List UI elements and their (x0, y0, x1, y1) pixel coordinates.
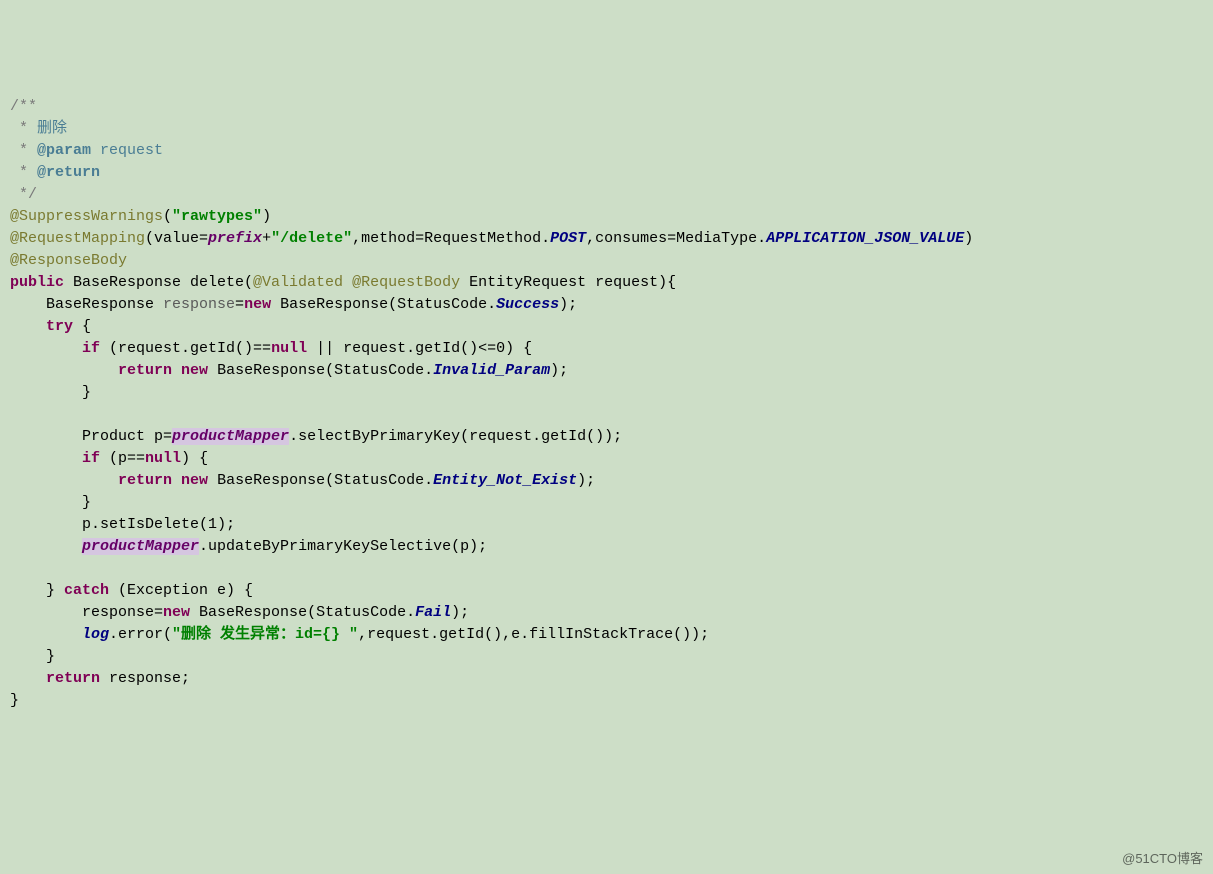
string: "删除 发生异常：id={} " (172, 626, 358, 643)
text: response; (109, 670, 190, 687)
keyword: return new (118, 362, 217, 379)
text (10, 670, 46, 687)
text: } (10, 692, 19, 709)
text: } (10, 648, 55, 665)
text (10, 626, 82, 643)
static-field: Success (496, 296, 559, 313)
text: ); (451, 604, 469, 621)
text: BaseResponse delete( (73, 274, 253, 291)
text: ,method=RequestMethod. (352, 230, 550, 247)
keyword: try (46, 318, 82, 335)
text: BaseResponse (10, 296, 163, 313)
text: ); (550, 362, 568, 379)
annotation: @SuppressWarnings (10, 208, 163, 225)
text: EntityRequest request){ (469, 274, 676, 291)
keyword: public (10, 274, 73, 291)
static-field: APPLICATION_JSON_VALUE (766, 230, 964, 247)
text (10, 340, 82, 357)
annotation: @ResponseBody (10, 252, 127, 269)
text: (value= (145, 230, 208, 247)
keyword: null (271, 340, 316, 357)
keyword: if (82, 340, 109, 357)
text: .selectByPrimaryKey(request.getId()); (289, 428, 622, 445)
static-field: Invalid_Param (433, 362, 550, 379)
text (10, 318, 46, 335)
text (10, 362, 118, 379)
text: .updateByPrimaryKeySelective(p); (199, 538, 487, 555)
keyword: catch (64, 582, 118, 599)
text: ) (262, 208, 271, 225)
text: ) (964, 230, 973, 247)
text: .error( (109, 626, 172, 643)
javadoc-tag: @return (37, 164, 100, 181)
text: } (10, 384, 91, 401)
text: + (262, 230, 271, 247)
text: } (10, 582, 64, 599)
keyword: return (46, 670, 109, 687)
text: (request.getId()== (109, 340, 271, 357)
text: = (235, 296, 244, 313)
text (10, 472, 118, 489)
comment: * (10, 142, 37, 159)
text: (p== (109, 450, 145, 467)
text: ) { (505, 340, 532, 357)
text: ); (577, 472, 595, 489)
text: BaseResponse(StatusCode. (217, 362, 433, 379)
keyword: null (145, 450, 181, 467)
keyword: if (82, 450, 109, 467)
text: ( (163, 208, 172, 225)
static-field: Fail (415, 604, 451, 621)
text: Product p= (10, 428, 172, 445)
annotation: @Validated @RequestBody (253, 274, 469, 291)
static-field: Entity_Not_Exist (433, 472, 577, 489)
field-highlighted: productMapper (172, 428, 289, 445)
keyword: return new (118, 472, 217, 489)
text: } (10, 494, 91, 511)
text: ); (559, 296, 577, 313)
variable: response (163, 296, 235, 313)
text: (Exception e) { (118, 582, 253, 599)
comment: * (10, 120, 37, 137)
text: ,consumes=MediaType. (586, 230, 766, 247)
number: 1 (208, 516, 217, 533)
text: BaseResponse(StatusCode. (280, 296, 496, 313)
text: BaseResponse(StatusCode. (199, 604, 415, 621)
static-field: log (82, 626, 109, 643)
javadoc-text: 删除 (37, 120, 67, 137)
string: "rawtypes" (172, 208, 262, 225)
keyword: new (163, 604, 199, 621)
javadoc-param: request (91, 142, 163, 159)
text: || request.getId()<= (316, 340, 496, 357)
annotation: @RequestMapping (10, 230, 145, 247)
text: ,request.getId(),e.fillInStackTrace()); (358, 626, 709, 643)
code-block: /** * 删除 * @param request * @return */ @… (10, 96, 1203, 712)
text: { (82, 318, 91, 335)
comment: * (10, 164, 37, 181)
text (10, 450, 82, 467)
javadoc-tag: @param (37, 142, 91, 159)
string: "/delete" (271, 230, 352, 247)
comment: /** (10, 98, 37, 115)
watermark: @51CTO博客 (1122, 848, 1203, 870)
text: p.setIsDelete( (10, 516, 208, 533)
keyword: new (244, 296, 280, 313)
comment: */ (10, 186, 37, 203)
text: BaseResponse(StatusCode. (217, 472, 433, 489)
field-highlighted: productMapper (82, 538, 199, 555)
text: ) { (181, 450, 208, 467)
number: 0 (496, 340, 505, 357)
text (10, 538, 82, 555)
text: response= (10, 604, 163, 621)
field: prefix (208, 230, 262, 247)
static-field: POST (550, 230, 586, 247)
text: ); (217, 516, 235, 533)
